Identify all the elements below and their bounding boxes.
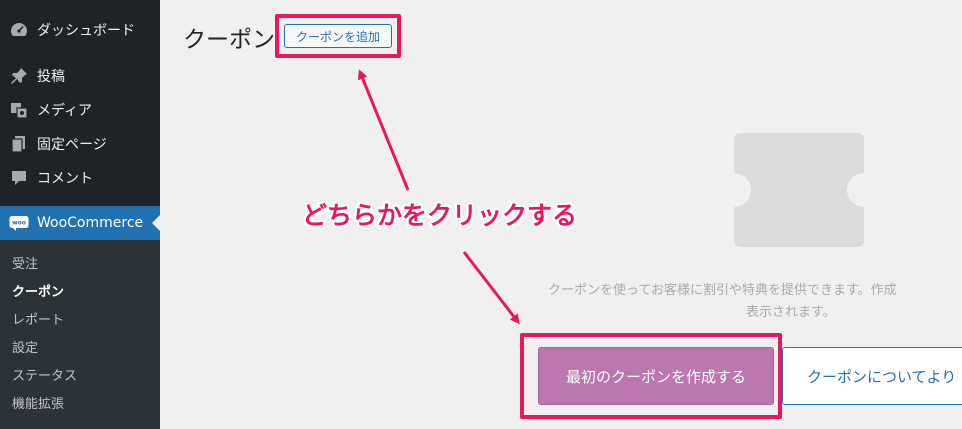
comment-icon [9,168,29,188]
sidebar-item-label: 投稿 [37,69,65,85]
svg-text:woo: woo [12,220,26,227]
create-first-coupon-button[interactable]: 最初のクーポンを作成する [538,347,774,405]
media-icon [9,100,29,120]
woocommerce-submenu: 受注 クーポン レポート 設定 ステータス 機能拡張 [0,240,160,429]
sidebar-item-woocommerce[interactable]: woo WooCommerce [0,206,160,240]
empty-state-message-cont: 表示されます。 [746,305,836,320]
submenu-coupons[interactable]: クーポン [12,281,64,300]
sidebar-item-label: WooCommerce [37,215,144,231]
dashboard-icon [9,20,29,40]
highlight-box-add-button [275,14,401,58]
sidebar-item-label: 固定ページ [37,137,107,153]
sidebar-item-comments[interactable]: コメント [0,161,160,195]
learn-about-coupons-button[interactable]: クーポンについてより [782,347,962,405]
annotation-text: どちらかをクリックする [302,201,578,230]
coupon-placeholder-icon [734,133,864,247]
pages-icon [9,134,29,154]
submenu-extensions[interactable]: 機能拡張 [12,393,64,412]
sidebar-item-label: コメント [37,171,93,187]
admin-sidebar: ダッシュボード 投稿 メディア 固定ページ コメント woo WooCommer… [0,0,160,429]
page-title: クーポン [183,27,275,53]
sidebar-item-posts[interactable]: 投稿 [0,59,160,93]
sidebar-item-pages[interactable]: 固定ページ [0,127,160,161]
pin-icon [9,66,29,86]
arrow-to-create-button [462,251,520,325]
submenu-status[interactable]: ステータス [12,365,77,384]
submenu-reports[interactable]: レポート [12,309,64,328]
submenu-orders[interactable]: 受注 [12,253,38,272]
sidebar-item-label: ダッシュボード [37,23,135,39]
woo-icon: woo [9,213,29,233]
empty-state-message: クーポンを使ってお客様に割引や特典を提供できます。作成 [548,283,897,298]
arrow-to-add-button [358,69,410,191]
sidebar-item-label: メディア [37,103,93,119]
sidebar-item-media[interactable]: メディア [0,93,160,127]
submenu-settings[interactable]: 設定 [12,337,38,356]
sidebar-item-dashboard[interactable]: ダッシュボード [0,13,160,47]
